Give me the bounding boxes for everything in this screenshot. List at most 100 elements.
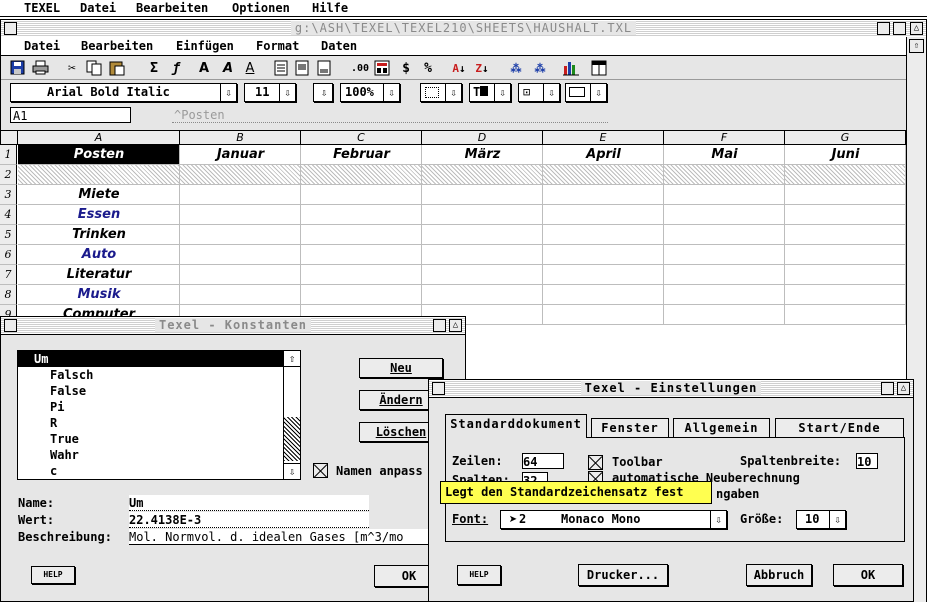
printer-button[interactable]: Drucker... bbox=[578, 564, 668, 586]
row-header[interactable]: 7 bbox=[0, 265, 17, 285]
cell[interactable] bbox=[664, 285, 785, 305]
menu-app-texel[interactable]: TEXEL bbox=[24, 1, 60, 15]
row-header[interactable]: 1 bbox=[0, 145, 17, 165]
cell[interactable] bbox=[664, 245, 785, 265]
style-dropdown[interactable]: ⇩ bbox=[313, 83, 333, 102]
cell[interactable] bbox=[543, 285, 664, 305]
sort-asc-icon[interactable]: A↓ bbox=[449, 60, 469, 78]
cell[interactable] bbox=[422, 285, 543, 305]
cell[interactable] bbox=[422, 205, 543, 225]
settings-help-button[interactable]: HELP bbox=[457, 565, 501, 585]
scroll-up-arrow-icon[interactable]: △ bbox=[449, 319, 462, 332]
row-header[interactable]: 3 bbox=[0, 185, 17, 205]
list-item[interactable]: True bbox=[50, 431, 79, 447]
corner-cell[interactable] bbox=[1, 131, 18, 145]
cell[interactable] bbox=[785, 185, 906, 205]
copy-icon[interactable] bbox=[84, 60, 104, 78]
doc-menu-einfuegen[interactable]: Einfügen bbox=[176, 39, 234, 53]
menu-optionen[interactable]: Optionen bbox=[232, 1, 290, 15]
value-field[interactable]: 22.4138E-3 bbox=[129, 512, 369, 528]
cell[interactable] bbox=[543, 205, 664, 225]
column-header-c[interactable]: C bbox=[301, 131, 422, 145]
zoom-dropdown[interactable]: 100% ⇩ bbox=[340, 83, 400, 102]
bold-icon[interactable]: A bbox=[194, 60, 214, 78]
description-field[interactable]: Mol. Normvol. d. idealen Gases [m^3/mo bbox=[129, 529, 429, 545]
row-header[interactable]: 6 bbox=[0, 245, 17, 265]
chart-icon[interactable] bbox=[561, 60, 581, 78]
frame-dropdown[interactable]: ⇩ bbox=[565, 83, 607, 102]
col-width-field[interactable]: 10 bbox=[856, 453, 878, 469]
currency-icon[interactable]: $ bbox=[396, 60, 416, 78]
sum-icon[interactable]: Σ bbox=[144, 60, 164, 78]
cell[interactable] bbox=[543, 305, 664, 325]
font-size-dropdown[interactable]: 11 ⇩ bbox=[244, 83, 296, 102]
cell[interactable] bbox=[664, 225, 785, 245]
column-header-d[interactable]: D bbox=[422, 131, 543, 145]
cell[interactable] bbox=[664, 205, 785, 225]
menu-datei[interactable]: Datei bbox=[80, 1, 116, 15]
scroll-up-arrow-icon[interactable]: △ bbox=[897, 382, 910, 395]
cell[interactable] bbox=[422, 225, 543, 245]
cell[interactable] bbox=[301, 185, 422, 205]
cell[interactable] bbox=[785, 205, 906, 225]
cell[interactable] bbox=[180, 205, 301, 225]
page-icon[interactable] bbox=[271, 60, 291, 78]
cell[interactable] bbox=[664, 165, 785, 185]
function-icon[interactable]: ƒ bbox=[166, 60, 186, 78]
cell[interactable] bbox=[180, 245, 301, 265]
cell[interactable] bbox=[543, 265, 664, 285]
sort-desc-icon[interactable]: Z↓ bbox=[472, 60, 492, 78]
cancel-button[interactable]: Abbruch bbox=[746, 564, 812, 586]
fill-dropdown[interactable]: ⊡ ⇩ bbox=[518, 83, 560, 102]
column-header-a[interactable]: A bbox=[18, 131, 180, 145]
scroll-top-arrow-icon[interactable]: ⇧ bbox=[909, 39, 924, 53]
iconify-box-icon[interactable] bbox=[881, 382, 894, 395]
tree-b-icon[interactable]: ⁂ bbox=[530, 60, 550, 78]
document-titlebar[interactable]: g:\ASH\TEXEL\TEXEL210\SHEETS\HAUSHALT.TX… bbox=[1, 20, 926, 38]
row-header[interactable]: 8 bbox=[0, 285, 17, 305]
menu-hilfe[interactable]: Hilfe bbox=[312, 1, 348, 15]
cell[interactable] bbox=[301, 265, 422, 285]
cell[interactable] bbox=[301, 285, 422, 305]
list-item[interactable]: Um bbox=[18, 351, 283, 367]
scroll-thumb[interactable] bbox=[284, 417, 300, 461]
list-scrollbar[interactable]: ⇧ ⇩ bbox=[283, 351, 300, 479]
text-color-dropdown[interactable]: T ⇩ bbox=[469, 83, 511, 102]
list-item[interactable]: c bbox=[50, 463, 57, 479]
outline-icon[interactable]: A bbox=[240, 60, 260, 78]
layout-icon[interactable] bbox=[589, 60, 609, 78]
settings-ok-button[interactable]: OK bbox=[833, 564, 903, 586]
print-icon[interactable] bbox=[30, 60, 50, 78]
cell[interactable] bbox=[180, 165, 301, 185]
constants-list[interactable]: Um Falsch False Pi R True Wahr c ⇧ ⇩ bbox=[17, 350, 301, 480]
settings-titlebar[interactable]: Texel - Einstellungen △ bbox=[429, 380, 913, 398]
cell[interactable] bbox=[543, 245, 664, 265]
doc-menu-datei[interactable]: Datei bbox=[24, 39, 60, 53]
page-edit-icon[interactable] bbox=[314, 60, 334, 78]
column-header-g[interactable]: G bbox=[785, 131, 906, 145]
doc-menu-format[interactable]: Format bbox=[256, 39, 299, 53]
page-copy-icon[interactable] bbox=[292, 60, 312, 78]
cell[interactable] bbox=[785, 245, 906, 265]
cell[interactable] bbox=[301, 165, 422, 185]
toolbar-checkbox[interactable] bbox=[588, 455, 603, 470]
tree-a-icon[interactable]: ⁂ bbox=[506, 60, 526, 78]
row-header[interactable]: 5 bbox=[0, 225, 17, 245]
cell[interactable] bbox=[785, 305, 906, 325]
cell[interactable] bbox=[301, 205, 422, 225]
list-item[interactable]: Falsch bbox=[50, 367, 93, 383]
cell[interactable] bbox=[301, 225, 422, 245]
constants-titlebar[interactable]: Texel - Konstanten △ bbox=[1, 317, 465, 335]
cell[interactable] bbox=[785, 285, 906, 305]
iconify-box-icon[interactable] bbox=[877, 22, 890, 35]
default-font-dropdown[interactable]: ➤ 2 Monaco Mono ⇩ bbox=[500, 510, 727, 529]
cell[interactable] bbox=[543, 225, 664, 245]
tab-allgemein[interactable]: Allgemein bbox=[673, 418, 770, 438]
scroll-up-arrow-icon[interactable]: △ bbox=[910, 22, 923, 35]
cut-icon[interactable]: ✂ bbox=[62, 60, 82, 78]
cell[interactable] bbox=[422, 265, 543, 285]
tab-standarddokument[interactable]: Standarddokument bbox=[445, 414, 587, 438]
iconify-box-icon[interactable] bbox=[433, 319, 446, 332]
italic-icon[interactable]: A bbox=[218, 60, 238, 78]
cell[interactable] bbox=[422, 185, 543, 205]
